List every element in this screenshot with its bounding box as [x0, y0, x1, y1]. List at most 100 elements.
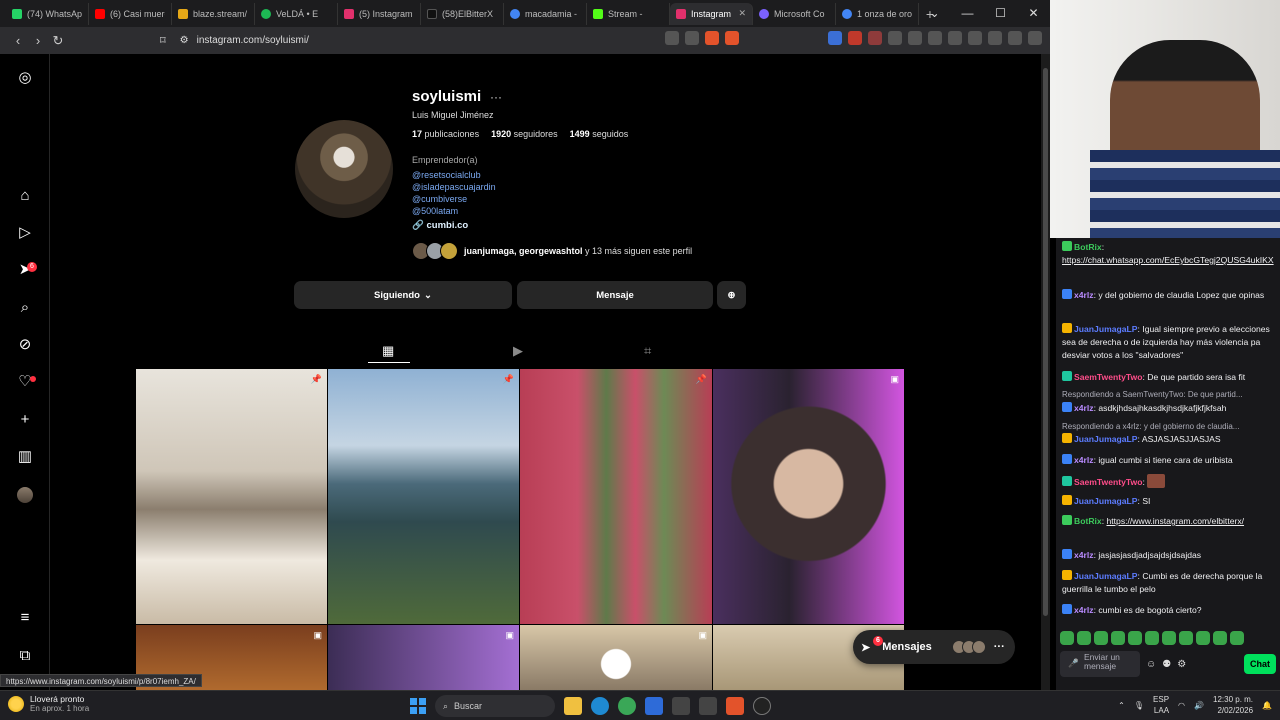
profile-picture[interactable] — [295, 120, 393, 218]
tab-instagram-1[interactable]: (5) Instagram — [338, 2, 421, 25]
vpn-icon[interactable] — [1008, 31, 1022, 45]
back-icon[interactable]: ‹ — [8, 33, 28, 48]
tab-copilot[interactable]: Microsoft Co — [753, 2, 836, 25]
search-icon[interactable]: ⌕ — [15, 298, 35, 318]
close-icon[interactable]: ✕ — [1017, 0, 1050, 27]
tab-google-oro[interactable]: 1 onza de oro — [836, 2, 919, 25]
bookmark-icon[interactable]: ⌑ — [160, 34, 166, 47]
also-from-meta-icon[interactable]: ⧉ — [15, 646, 35, 666]
music-icon[interactable] — [928, 31, 942, 45]
store-icon[interactable] — [645, 697, 663, 715]
chat-send-button[interactable]: Chat — [1244, 654, 1276, 674]
file-explorer-icon[interactable] — [564, 697, 582, 715]
mutual-followers[interactable]: juanjumaga, georgewashtol y 13 más sigue… — [412, 242, 692, 260]
posts-grid-icon[interactable]: ▦ — [382, 343, 394, 359]
volume-icon[interactable]: 🔊 — [1194, 701, 1204, 710]
message-button[interactable]: Mensaje — [517, 281, 713, 309]
brave-shield-icon[interactable] — [705, 31, 719, 45]
tab-whatsapp[interactable]: (74) WhatsApp — [6, 2, 89, 25]
reels-icon[interactable]: ▷ — [15, 223, 35, 243]
puzzle-icon[interactable] — [888, 31, 902, 45]
share-icon[interactable] — [685, 31, 699, 45]
tab-kick-stream[interactable]: Stream - — [587, 2, 670, 25]
menu-icon[interactable] — [1028, 31, 1042, 45]
tagged-tab-icon[interactable]: ⌗ — [644, 343, 651, 359]
brave-icon[interactable] — [726, 697, 744, 715]
site-info-icon[interactable]: ⚙ — [180, 35, 189, 46]
tab-spotify[interactable]: VeLDÁ • E — [255, 2, 338, 25]
post-thumbnail[interactable]: ▣ — [520, 625, 712, 690]
clock[interactable]: 12:30 p. m. 2/02/2026 — [1213, 694, 1253, 716]
app-icon[interactable] — [699, 697, 717, 715]
screenshot-icon[interactable] — [665, 31, 679, 45]
bio-link[interactable]: @resetsocialclub — [412, 169, 496, 181]
explore-icon[interactable]: ⊘ — [15, 335, 35, 355]
emote-icon[interactable] — [1196, 631, 1210, 645]
badges-icon[interactable]: ⚉ — [1162, 659, 1171, 670]
forward-icon[interactable]: › — [28, 33, 48, 48]
tab-youtube[interactable]: (6) Casi muere — [89, 2, 172, 25]
home-icon[interactable]: ⌂ — [15, 186, 35, 206]
post-thumbnail[interactable]: ▣ — [328, 625, 519, 690]
profile-avatar-icon[interactable] — [17, 487, 33, 503]
more-menu-icon[interactable]: ≡ — [15, 608, 35, 628]
wifi-icon[interactable]: ◠ — [1178, 701, 1185, 710]
emote-icon[interactable] — [1111, 631, 1125, 645]
chrome-icon[interactable] — [618, 697, 636, 715]
mic-icon[interactable]: 🎙 — [1134, 701, 1144, 710]
extension-icon[interactable] — [868, 31, 882, 45]
post-thumbnail[interactable]: 📌 — [136, 369, 327, 624]
wallet-icon[interactable] — [968, 31, 982, 45]
following-stat[interactable]: 1499 seguidos — [570, 129, 629, 139]
minimize-icon[interactable]: — — [951, 0, 984, 27]
post-thumbnail[interactable]: 📌 — [328, 369, 519, 624]
leo-icon[interactable] — [988, 31, 1002, 45]
url-field[interactable]: ⌑ ⚙ instagram.com/soyluismi/ — [160, 31, 630, 50]
post-thumbnail[interactable]: ▣ — [713, 369, 904, 624]
tab-google-macadamia[interactable]: macadamia - — [504, 2, 587, 25]
emote-icon[interactable] — [1128, 631, 1142, 645]
extension-icon[interactable] — [908, 31, 922, 45]
settings-icon[interactable]: ⚙ — [1177, 659, 1186, 670]
language-indicator[interactable]: ESP LAA — [1153, 694, 1169, 716]
weather-widget[interactable]: Lloverá pronto En aprox. 1 hora — [8, 694, 89, 713]
edge-icon[interactable] — [591, 697, 609, 715]
bio-link[interactable]: @cumbiverse — [412, 193, 496, 205]
bio-link[interactable]: @500latam — [412, 205, 496, 217]
emote-icon[interactable] — [1077, 631, 1091, 645]
brave-rewards-icon[interactable] — [725, 31, 739, 45]
taskbar-search[interactable]: ⌕ Buscar — [435, 695, 555, 717]
instagram-logo-icon[interactable]: ◎ — [15, 68, 35, 88]
tab-blaze[interactable]: blaze.stream/ — [172, 2, 255, 25]
chat-input[interactable]: 🎤 Enviar un mensaje — [1060, 651, 1140, 677]
tab-instagram-active[interactable]: Instagram ✕ — [670, 2, 753, 25]
emote-icon[interactable] — [1213, 631, 1227, 645]
notifications-icon[interactable]: 🔔 — [1262, 701, 1272, 710]
reels-tab-icon[interactable]: ▶ — [513, 343, 523, 359]
emote-icon[interactable] — [1145, 631, 1159, 645]
tab-tiktok[interactable]: (58)ElBitterX — [421, 2, 504, 25]
page-scrollbar[interactable] — [1041, 54, 1050, 690]
dashboard-icon[interactable]: ▥ — [15, 447, 35, 467]
following-button[interactable]: Siguiendo ⌄ — [294, 281, 512, 309]
emote-icon[interactable] — [1162, 631, 1176, 645]
emote-icon[interactable] — [1230, 631, 1244, 645]
heart-icon[interactable]: ♡ — [15, 372, 35, 392]
translate-icon[interactable] — [828, 31, 842, 45]
chevron-up-icon[interactable]: ⌃ — [1118, 701, 1125, 710]
options-icon[interactable]: ··· — [490, 90, 502, 104]
emote-icon[interactable] — [1094, 631, 1108, 645]
emote-icon[interactable] — [1060, 631, 1074, 645]
website-link[interactable]: 🔗 cumbi.co — [412, 220, 468, 231]
suggested-accounts-button[interactable]: ⊕ — [717, 281, 746, 309]
emoji-icon[interactable]: ☺ — [1146, 659, 1156, 670]
chevron-down-icon[interactable]: ⌄ — [918, 0, 951, 27]
close-tab-icon[interactable]: ✕ — [738, 8, 746, 19]
sidebar-icon[interactable] — [948, 31, 962, 45]
emote-icon[interactable] — [1179, 631, 1193, 645]
mic-icon[interactable]: 🎤 — [1068, 659, 1079, 668]
followers-stat[interactable]: 1920 seguidores — [491, 129, 558, 139]
windows-start-icon[interactable] — [410, 698, 426, 714]
post-thumbnail[interactable]: 📌 — [520, 369, 712, 624]
app-icon[interactable] — [672, 697, 690, 715]
